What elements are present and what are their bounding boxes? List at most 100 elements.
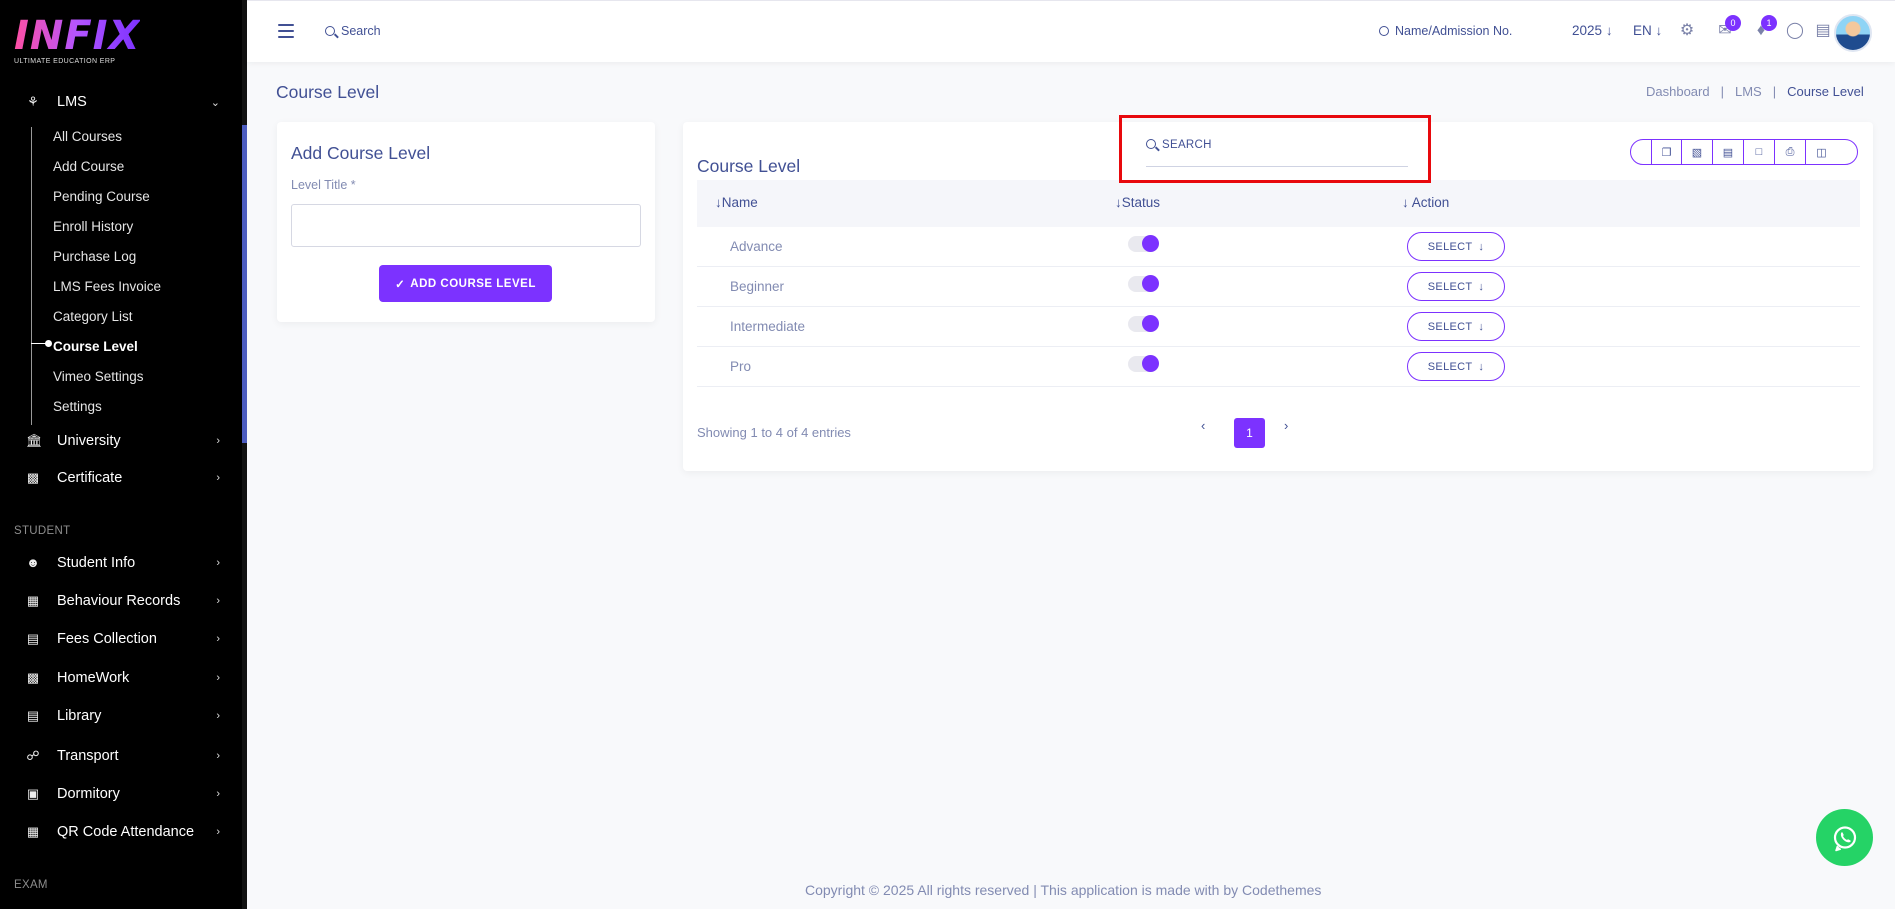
card-title: Add Course Level: [291, 143, 431, 163]
sidebar-item-fees-collection[interactable]: ▤ Fees Collection ›: [0, 622, 242, 656]
status-toggle[interactable]: [1128, 235, 1159, 252]
table-row: Intermediate SELECT ↓: [697, 307, 1860, 347]
chevron-down-icon: ⌄: [210, 96, 220, 109]
select-action-button[interactable]: SELECT ↓: [1407, 312, 1505, 341]
status-toggle[interactable]: [1128, 315, 1159, 332]
page-number-button[interactable]: 1: [1234, 418, 1265, 448]
sidebar-item-library[interactable]: ▤ Library ›: [0, 699, 242, 733]
sidebar-subitem-purchase-log[interactable]: Purchase Log: [53, 249, 136, 264]
year-select[interactable]: 2025 ↓: [1572, 23, 1613, 38]
sidebar-subitem-category-list[interactable]: Category List: [53, 309, 133, 324]
column-name[interactable]: ↓Name: [715, 195, 758, 210]
breadcrumb-lms[interactable]: LMS: [1735, 84, 1762, 99]
sidebar-item-behaviour-records[interactable]: ▦ Behaviour Records ›: [0, 584, 242, 618]
sidebar-item-certificate[interactable]: ▩ Certificate ›: [0, 461, 242, 495]
chevron-right-icon: ›: [216, 672, 220, 684]
year-value: 2025: [1572, 23, 1603, 38]
csv-icon[interactable]: ▤: [1713, 140, 1744, 164]
robot-icon[interactable]: ⚙: [1677, 21, 1697, 41]
level-title-input[interactable]: [291, 204, 641, 247]
library-icon: ▤: [26, 708, 40, 723]
search-highlight-box: [1119, 115, 1431, 183]
bell-icon[interactable]: ♦ 1: [1751, 15, 1777, 41]
select-label: SELECT: [1427, 240, 1473, 253]
bank-icon: 🏛: [26, 433, 43, 448]
person-icon: ☻: [26, 555, 40, 570]
money-icon: ▤: [26, 631, 40, 646]
records-icon: ▦: [26, 593, 40, 608]
sidebar-subitem-vimeo-settings[interactable]: Vimeo Settings: [53, 369, 144, 384]
section-student: STUDENT: [14, 525, 71, 537]
column-status[interactable]: ↓Status: [1115, 195, 1160, 210]
sidebar-item-label: QR Code Attendance: [57, 824, 195, 840]
globe-icon[interactable]: ◯: [1785, 21, 1805, 41]
arrow-down-icon: ↓: [1478, 360, 1485, 373]
add-button-label: ADD COURSE LEVEL: [410, 277, 536, 290]
select-action-button[interactable]: SELECT ↓: [1407, 232, 1505, 261]
table-row: Pro SELECT ↓: [697, 347, 1860, 387]
language-select[interactable]: EN ↓: [1633, 23, 1662, 38]
table-row: Advance SELECT ↓: [697, 227, 1860, 267]
chat-badge: 0: [1725, 15, 1741, 31]
pdf-icon[interactable]: □: [1744, 140, 1775, 164]
arrow-down-icon: ↓: [1605, 23, 1613, 38]
sidebar-subitem-settings[interactable]: Settings: [53, 399, 102, 414]
select-action-button[interactable]: SELECT ↓: [1407, 272, 1505, 301]
bed-icon: ▣: [26, 786, 40, 801]
logo[interactable]: INFIX ULTIMATE EDUCATION ERP: [14, 14, 140, 65]
section-exam: EXAM: [14, 879, 48, 891]
column-action[interactable]: ↓ Action: [1402, 195, 1449, 210]
footer-text: Copyright © 2025 All rights reserved | T…: [805, 882, 1322, 898]
sidebar-item-label: University: [57, 433, 121, 449]
prev-page-icon[interactable]: ‹: [1201, 418, 1205, 433]
book-icon: ▩: [26, 470, 40, 485]
sidebar-item-homework[interactable]: ▩ HomeWork ›: [0, 661, 242, 695]
status-toggle[interactable]: [1128, 275, 1159, 292]
check-icon: ✓: [395, 278, 406, 291]
select-label: SELECT: [1427, 360, 1473, 373]
whatsapp-icon: [1833, 825, 1856, 851]
select-label: SELECT: [1427, 320, 1473, 333]
page-title: Course Level: [276, 82, 380, 102]
sort-icon: ↓: [715, 195, 722, 210]
next-page-icon[interactable]: ›: [1284, 418, 1288, 433]
chevron-right-icon: ›: [216, 633, 220, 645]
copy-icon[interactable]: ❐: [1651, 140, 1682, 164]
sidebar-subitem-add-course[interactable]: Add Course: [53, 159, 124, 174]
avatar[interactable]: [1834, 14, 1872, 52]
excel-icon[interactable]: ▧: [1682, 140, 1713, 164]
chevron-right-icon: ›: [216, 435, 220, 447]
chevron-right-icon: ›: [216, 788, 220, 800]
add-course-level-button[interactable]: ✓ ADD COURSE LEVEL: [379, 265, 552, 302]
student-search[interactable]: Name/Admission No.: [1379, 24, 1512, 38]
sidebar-item-student-info[interactable]: ☻ Student Info ›: [0, 546, 242, 580]
sidebar-item-dormitory[interactable]: ▣ Dormitory ›: [0, 777, 242, 811]
arrow-down-icon: ↓: [1478, 320, 1485, 333]
menu-toggle-icon[interactable]: [278, 24, 294, 42]
sidebar-item-lms[interactable]: ⚘ LMS ⌄: [0, 85, 242, 119]
bus-icon: ☍: [26, 748, 40, 763]
breadcrumb-dashboard[interactable]: Dashboard: [1646, 84, 1710, 99]
sidebar-item-qr-code-attendance[interactable]: ▦ QR Code Attendance ›: [0, 815, 242, 849]
sidebar-subitem-all-courses[interactable]: All Courses: [53, 129, 122, 144]
row-name: Pro: [730, 359, 752, 374]
column-label: Action: [1411, 195, 1450, 210]
sort-icon: ↓: [1115, 195, 1122, 210]
arrow-down-icon: ↓: [1478, 240, 1485, 253]
sidebar-item-university[interactable]: 🏛 University ›: [0, 424, 242, 458]
sidebar-subitem-enroll-history[interactable]: Enroll History: [53, 219, 133, 234]
sidebar-scrollbar[interactable]: [242, 125, 247, 443]
select-action-button[interactable]: SELECT ↓: [1407, 352, 1505, 381]
sidebar-subitem-course-level[interactable]: Course Level: [53, 339, 138, 354]
status-toggle[interactable]: [1128, 355, 1159, 372]
whatsapp-button[interactable]: [1816, 809, 1873, 866]
global-search[interactable]: Search: [325, 24, 381, 38]
sidebar-subitem-pending-course[interactable]: Pending Course: [53, 189, 150, 204]
print-icon[interactable]: ⎙: [1775, 140, 1806, 164]
columns-icon[interactable]: ◫: [1806, 140, 1837, 164]
chart-icon[interactable]: ▤: [1813, 21, 1833, 41]
sidebar-subitem-lms-fees-invoice[interactable]: LMS Fees Invoice: [53, 279, 161, 294]
chat-icon[interactable]: ✉ 0: [1715, 15, 1741, 41]
sidebar-item-transport[interactable]: ☍ Transport ›: [0, 739, 242, 773]
person-icon: ⚘: [27, 94, 39, 109]
